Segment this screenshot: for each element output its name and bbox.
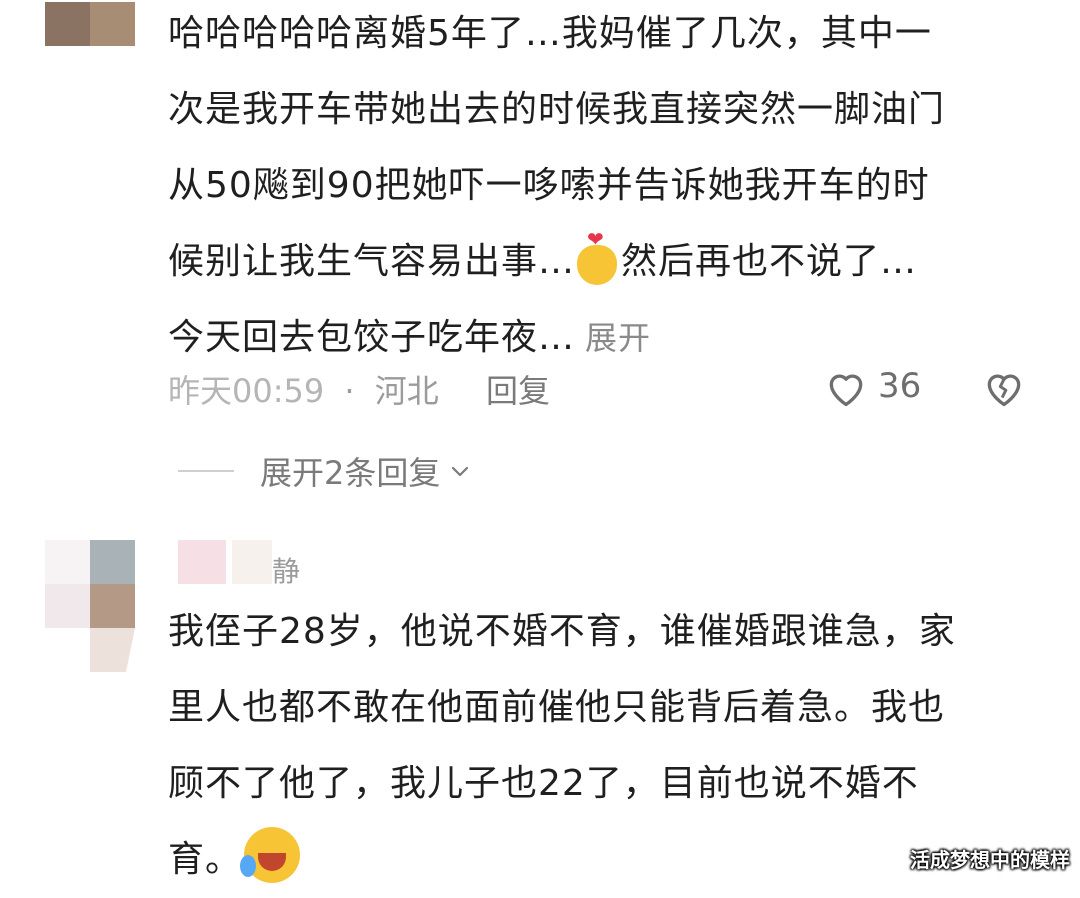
- username[interactable]: 静: [272, 550, 300, 590]
- comment-line: 今天回去包饺子吃年夜…: [168, 317, 576, 358]
- location: 河北: [374, 372, 439, 410]
- like-count: 36: [878, 366, 922, 406]
- divider: [178, 470, 234, 472]
- expand-replies-button[interactable]: 展开2条回复: [178, 448, 472, 494]
- heart-outline-icon[interactable]: [824, 366, 868, 410]
- comment-meta: 昨天00:59 · 河北: [168, 366, 439, 412]
- expand-text-button[interactable]: 展开: [585, 319, 651, 357]
- watermark: 活成梦想中的模样: [910, 848, 1070, 872]
- timestamp: 昨天00:59: [168, 372, 325, 410]
- comment-line: 候别让我生气容易出事…: [168, 241, 576, 282]
- comment-line: 育。: [168, 839, 243, 880]
- username-redacted: [178, 540, 226, 584]
- comment-line: 哈哈哈哈哈离婚5年了…我妈催了几次，其中一: [168, 13, 932, 54]
- avatar[interactable]: [45, 540, 135, 672]
- comment-line-with-expand: 今天回去包饺子吃年夜… 展开: [168, 300, 1048, 376]
- comment-line: 我侄子28岁，他说不婚不育，谁催婚跟谁急，家: [168, 611, 956, 652]
- rofl-emoji-icon: [240, 825, 302, 885]
- comment-line: 里人也都不敢在他面前催他只能背后着急。我也: [168, 687, 946, 728]
- finger-heart-emoji-icon: ❤: [575, 227, 621, 287]
- meta-separator: ·: [344, 372, 355, 410]
- comment-line: 然后再也不说了…: [621, 241, 918, 282]
- comment-line: 从50飚到90把她吓一哆嗦并告诉她我开车的时: [168, 165, 930, 206]
- comment-line-with-emoji: 候别让我生气容易出事… ❤ 然后再也不说了…: [168, 224, 1048, 300]
- expand-replies-label: 展开2条回复: [260, 454, 441, 492]
- comment-line: 次是我开车带她出去的时候我直接突然一脚油门: [168, 89, 946, 130]
- avatar[interactable]: [45, 2, 135, 46]
- chevron-down-icon: [452, 466, 469, 477]
- broken-heart-icon[interactable]: [982, 366, 1026, 410]
- username-redacted: [232, 540, 272, 584]
- reply-button[interactable]: 回复: [486, 366, 550, 412]
- comment-line: 顾不了他了，我儿子也22了，目前也说不婚不: [168, 763, 919, 804]
- comment-body: 哈哈哈哈哈离婚5年了…我妈催了几次，其中一 次是我开车带她出去的时候我直接突然一…: [168, 0, 1048, 376]
